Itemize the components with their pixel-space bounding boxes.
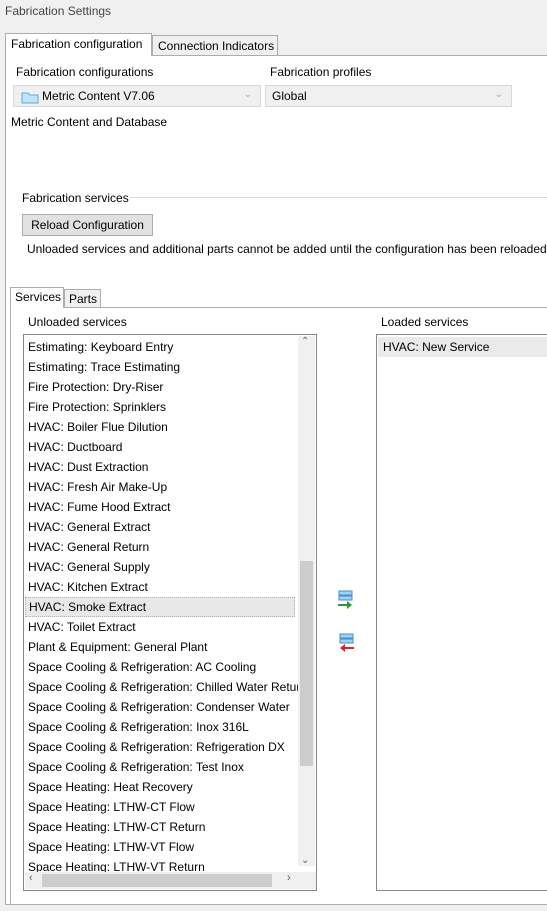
scroll-left-arrow-icon[interactable]: ‹ [29,872,33,884]
folder-icon [21,92,39,104]
loaded-services-list[interactable]: HVAC: New Service [376,334,547,891]
scroll-up-arrow-icon[interactable]: ⌃ [301,336,309,347]
configuration-value: Metric Content V7.06 [42,89,155,103]
group-divider [130,197,547,198]
list-item[interactable]: Fire Protection: Dry-Riser [28,377,163,397]
list-item[interactable]: HVAC: General Supply [28,557,150,577]
move-left-icon [339,633,354,652]
tab-connection-indicators[interactable]: Connection Indicators [152,35,278,55]
profiles-label: Fabrication profiles [270,65,372,79]
list-item[interactable]: Plant & Equipment: General Plant [28,637,207,657]
configuration-description: Metric Content and Database [11,115,168,129]
list-item[interactable]: Space Cooling & Refrigeration: Refrigera… [28,737,285,757]
list-item-selected[interactable]: HVAC: Smoke Extract [25,597,295,617]
list-item[interactable]: HVAC: Fume Hood Extract [28,497,171,517]
list-item[interactable]: Space Cooling & Refrigeration: AC Coolin… [28,657,256,677]
list-item[interactable]: Space Cooling & Refrigeration: Inox 316L [28,717,249,737]
horizontal-scroll-thumb[interactable] [42,874,272,887]
configurations-label: Fabrication configurations [16,65,154,79]
vertical-scroll-thumb[interactable] [300,561,313,766]
profile-value: Global [272,89,307,103]
title-bar: Fabrication Settings [0,0,547,26]
remove-service-button[interactable] [336,632,356,652]
list-item[interactable]: Estimating: Trace Estimating [28,357,180,377]
unloaded-services-label: Unloaded services [28,315,127,329]
reload-note: Unloaded services and additional parts c… [27,242,547,256]
tab-fabrication-configuration[interactable]: Fabrication configuration [5,33,152,56]
list-item[interactable]: Fire Protection: Sprinklers [28,397,166,417]
list-item[interactable]: Space Heating: Heat Recovery [28,777,193,797]
list-item[interactable]: HVAC: General Extract [28,517,150,537]
list-item[interactable]: Space Cooling & Refrigeration: Condenser… [28,697,290,717]
list-item[interactable]: Space Heating: LTHW-VT Flow [28,837,194,857]
window-title: Fabrication Settings [5,4,112,18]
chevron-down-icon: ⌄ [494,89,503,100]
vertical-scrollbar[interactable]: ⌃ ⌄ [298,336,315,866]
chevron-down-icon: ⌄ [243,89,252,100]
tab-services[interactable]: Services [10,287,64,308]
list-item[interactable]: Space Cooling & Refrigeration: Chilled W… [28,677,298,697]
fabrication-services-group-label: Fabrication services [22,191,132,205]
list-item[interactable]: HVAC: General Return [28,537,149,557]
move-right-icon [338,590,353,609]
add-service-button[interactable] [336,589,356,609]
profiles-dropdown[interactable]: Global ⌄ [265,85,512,107]
list-item[interactable]: Space Heating: LTHW-CT Flow [28,797,195,817]
list-item[interactable]: Space Cooling & Refrigeration: Test Inox [28,757,244,777]
configurations-dropdown[interactable]: Metric Content V7.06 ⌄ [13,85,261,107]
list-item[interactable]: HVAC: Dust Extraction [28,457,148,477]
list-item[interactable]: Space Heating: LTHW-CT Return [28,817,205,837]
horizontal-scrollbar[interactable]: ‹ › [25,872,316,889]
unloaded-services-list[interactable]: Estimating: Keyboard Entry Estimating: T… [23,334,317,891]
list-item[interactable]: HVAC: Kitchen Extract [28,577,148,597]
list-item[interactable]: HVAC: Ductboard [28,437,122,457]
list-item[interactable]: HVAC: Boiler Flue Dilution [28,417,168,437]
list-item[interactable]: HVAC: Fresh Air Make-Up [28,477,167,497]
list-item[interactable]: HVAC: Toilet Extract [28,617,136,637]
scrollbar-corner [298,872,315,889]
list-item[interactable]: HVAC: New Service [378,337,547,357]
tab-parts[interactable]: Parts [64,289,101,308]
list-item[interactable]: Estimating: Keyboard Entry [28,337,173,357]
scroll-down-arrow-icon[interactable]: ⌄ [301,855,309,866]
reload-configuration-button[interactable]: Reload Configuration [22,214,153,236]
scroll-right-arrow-icon[interactable]: › [287,872,291,884]
loaded-services-label: Loaded services [381,315,469,329]
